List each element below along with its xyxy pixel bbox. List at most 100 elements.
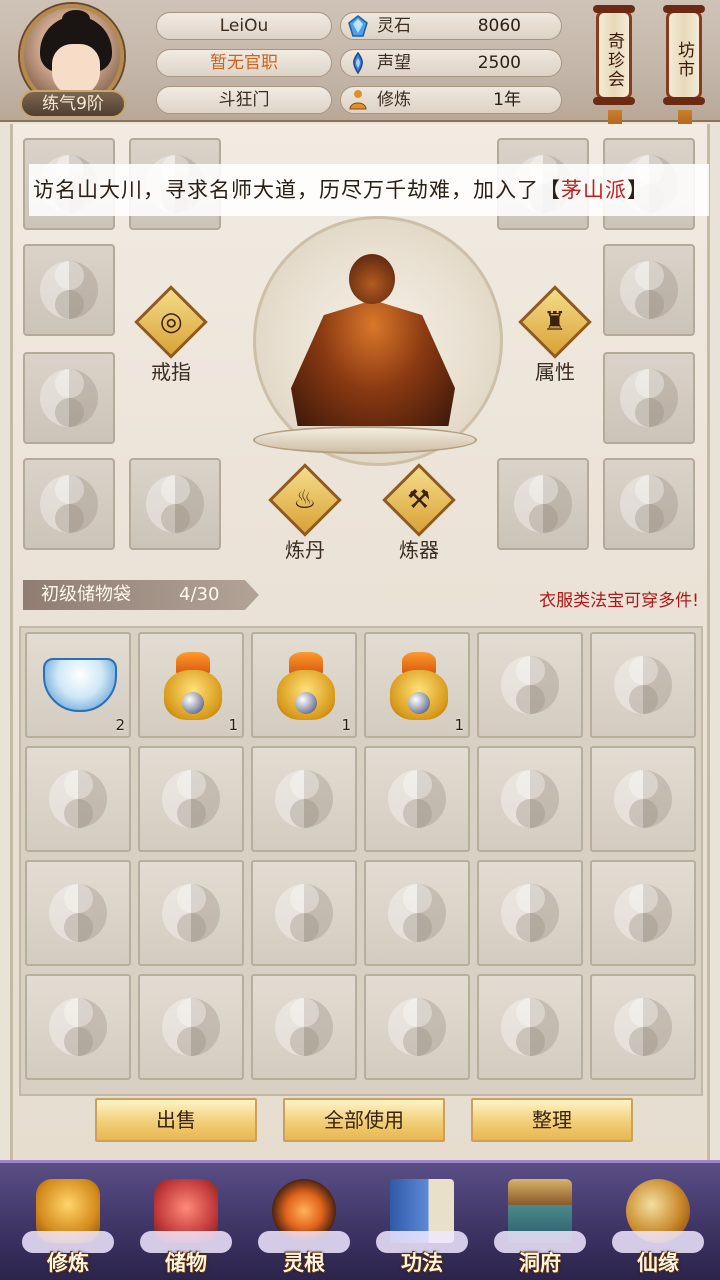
inventory-slot[interactable]: [477, 974, 583, 1080]
sect-name: 茅山派: [561, 178, 627, 202]
inventory-slot[interactable]: [25, 746, 131, 852]
inventory-slot[interactable]: [590, 974, 696, 1080]
equip-slot[interactable]: [129, 458, 221, 550]
reputation-value: 2500: [477, 53, 521, 73]
yinyang-icon: [162, 998, 220, 1056]
inventory-slot[interactable]: [25, 974, 131, 1080]
treasure-hall-button[interactable]: 奇珍会: [593, 5, 635, 105]
nav-cultivate[interactable]: 修炼: [18, 1173, 118, 1280]
equip-slot[interactable]: [23, 352, 115, 444]
inventory-slot[interactable]: [138, 974, 244, 1080]
gold-pouch-icon: [162, 652, 224, 722]
official-rank: 暂无官职: [156, 49, 332, 77]
equip-slot[interactable]: [497, 458, 589, 550]
use-all-button[interactable]: 全部使用: [283, 1098, 445, 1142]
gold-pouch-icon: [275, 652, 337, 722]
yinyang-icon: [49, 998, 107, 1056]
sell-button[interactable]: 出售: [95, 1098, 257, 1142]
resource-reputation: 声望 2500: [340, 49, 562, 77]
inventory-slot[interactable]: 1: [251, 632, 357, 738]
item-quantity: 1: [228, 716, 238, 734]
ring-icon: ◎: [159, 307, 183, 337]
inventory-slot[interactable]: [477, 632, 583, 738]
inventory-grid: 2 1 1 1: [19, 626, 703, 1096]
yinyang-icon: [501, 656, 559, 714]
nav-fortune[interactable]: 仙缘: [608, 1173, 708, 1280]
inventory-slot[interactable]: 2: [25, 632, 131, 738]
resource-spirit-stone: 灵石 8060: [340, 12, 562, 40]
yinyang-icon: [49, 884, 107, 942]
player-sect: 斗狂门: [156, 86, 332, 114]
sort-button[interactable]: 整理: [471, 1098, 633, 1142]
yinyang-icon: [614, 770, 672, 828]
inventory-slot[interactable]: [138, 746, 244, 852]
market-button[interactable]: 坊市: [663, 5, 705, 105]
inventory-slot[interactable]: [251, 860, 357, 966]
resource-cultivation: 修炼 1年: [340, 86, 562, 114]
inventory-slot[interactable]: [590, 746, 696, 852]
yinyang-icon: [162, 770, 220, 828]
bag-hint: 衣服类法宝可穿多件!: [539, 591, 699, 611]
resource-panel: 灵石 8060 声望 2500 修炼 1年: [340, 12, 562, 123]
sect-join-banner: 访名山大川，寻求名师大道，历尽万千劫难，加入了【茅山派】: [29, 164, 709, 216]
yinyang-icon: [162, 884, 220, 942]
top-bar: 练气9阶 LeiOu 暂无官职 斗狂门 灵石 8060 声望 2500 修炼 1…: [0, 0, 720, 140]
inventory-slot[interactable]: [251, 746, 357, 852]
yinyang-icon: [501, 770, 559, 828]
item-quantity: 1: [341, 716, 351, 734]
inventory-slot[interactable]: [251, 974, 357, 1080]
cultivator-head: [349, 254, 395, 304]
yinyang-icon: [40, 369, 98, 427]
attributes-button[interactable]: ♜ 属性: [515, 285, 595, 385]
inventory-slot[interactable]: [590, 632, 696, 738]
inventory-slot[interactable]: [364, 746, 470, 852]
inventory-slot[interactable]: [25, 860, 131, 966]
bag-name: 初级储物袋: [41, 584, 131, 605]
bag-tab[interactable]: 初级储物袋 4/30: [23, 580, 259, 610]
yinyang-icon: [514, 475, 572, 533]
yinyang-icon: [40, 261, 98, 319]
spirit-stone-icon: [347, 15, 369, 37]
cauldron-icon: ♨: [293, 485, 317, 515]
nav-technique[interactable]: 功法: [372, 1173, 472, 1280]
inventory-slot[interactable]: [138, 860, 244, 966]
cultivation-value: 1年: [493, 90, 521, 110]
inventory-slot[interactable]: [590, 860, 696, 966]
forging-button[interactable]: ⚒ 炼器: [379, 463, 459, 563]
yinyang-icon: [388, 998, 446, 1056]
inventory-slot[interactable]: [364, 974, 470, 1080]
yinyang-icon: [388, 770, 446, 828]
equip-slot[interactable]: [23, 458, 115, 550]
reputation-icon: [347, 51, 369, 75]
yinyang-icon: [620, 261, 678, 319]
ring-button[interactable]: ◎ 戒指: [131, 285, 211, 385]
yinyang-icon: [620, 475, 678, 533]
player-avatar-area[interactable]: 练气9阶: [14, 2, 134, 118]
yinyang-icon: [275, 770, 333, 828]
equip-slot[interactable]: [603, 244, 695, 336]
inventory-slot[interactable]: [477, 860, 583, 966]
equip-slot[interactable]: [23, 244, 115, 336]
inventory-slot[interactable]: [477, 746, 583, 852]
yinyang-icon: [614, 884, 672, 942]
inventory-slot[interactable]: [364, 860, 470, 966]
alchemy-button[interactable]: ♨ 炼丹: [265, 463, 345, 563]
nav-spirit-root[interactable]: 灵根: [254, 1173, 354, 1280]
player-info: LeiOu 暂无官职 斗狂门: [156, 12, 332, 123]
item-quantity: 1: [454, 716, 464, 734]
inventory-slot[interactable]: 1: [138, 632, 244, 738]
yinyang-icon: [620, 369, 678, 427]
nav-storage[interactable]: 储物: [136, 1173, 236, 1280]
inventory-slot[interactable]: 1: [364, 632, 470, 738]
yinyang-icon: [275, 998, 333, 1056]
yinyang-icon: [614, 998, 672, 1056]
item-quantity: 2: [115, 716, 125, 734]
bag-capacity: 4/30: [179, 584, 220, 605]
nav-cave[interactable]: 洞府: [490, 1173, 590, 1280]
equip-slot[interactable]: [603, 352, 695, 444]
anvil-icon: ⚒: [407, 485, 431, 515]
yinyang-icon: [501, 998, 559, 1056]
gold-pouch-icon: [388, 652, 450, 722]
equip-slot[interactable]: [603, 458, 695, 550]
spirit-stone-value: 8060: [477, 16, 521, 36]
